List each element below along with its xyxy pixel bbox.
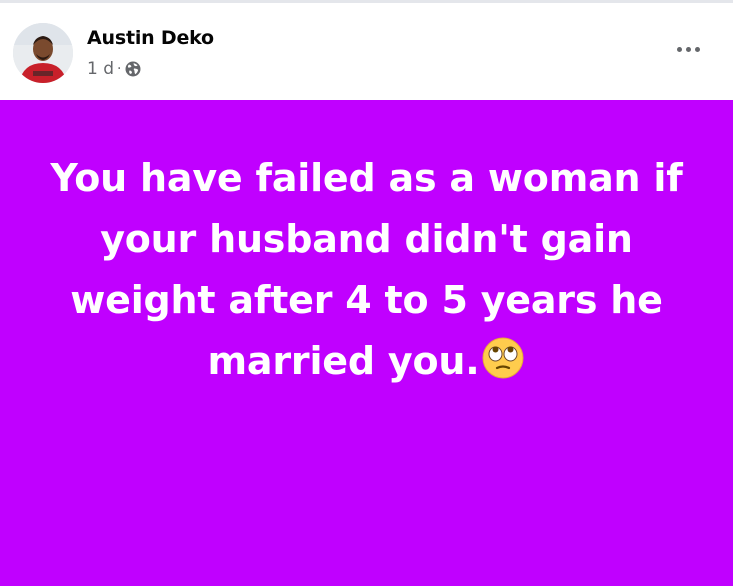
more-options-icon[interactable]	[670, 35, 706, 63]
post-meta: 1 d ·	[87, 58, 141, 80]
post-text-line-4-text: married you.	[207, 339, 480, 383]
meta-separator: ·	[117, 61, 122, 77]
avatar-photo	[13, 23, 73, 83]
facebook-post: Austin Deko 1 d · You have failed as a w…	[0, 0, 733, 586]
globe-icon[interactable]	[125, 61, 141, 77]
avatar[interactable]	[13, 23, 73, 83]
post-text-line-4: married you.	[0, 331, 733, 392]
post-time[interactable]: 1 d	[87, 59, 114, 79]
post-text: You have failed as a woman if your husba…	[0, 148, 733, 392]
post-text-line-1: You have failed as a woman if	[50, 156, 683, 200]
post-header: Austin Deko 1 d ·	[0, 3, 733, 100]
post-text-line-2: your husband didn't gain	[100, 217, 633, 261]
post-text-line-3: weight after 4 to 5 years he	[70, 278, 663, 322]
author-name[interactable]: Austin Deko	[87, 27, 214, 49]
eye-roll-emoji-icon	[482, 337, 524, 379]
